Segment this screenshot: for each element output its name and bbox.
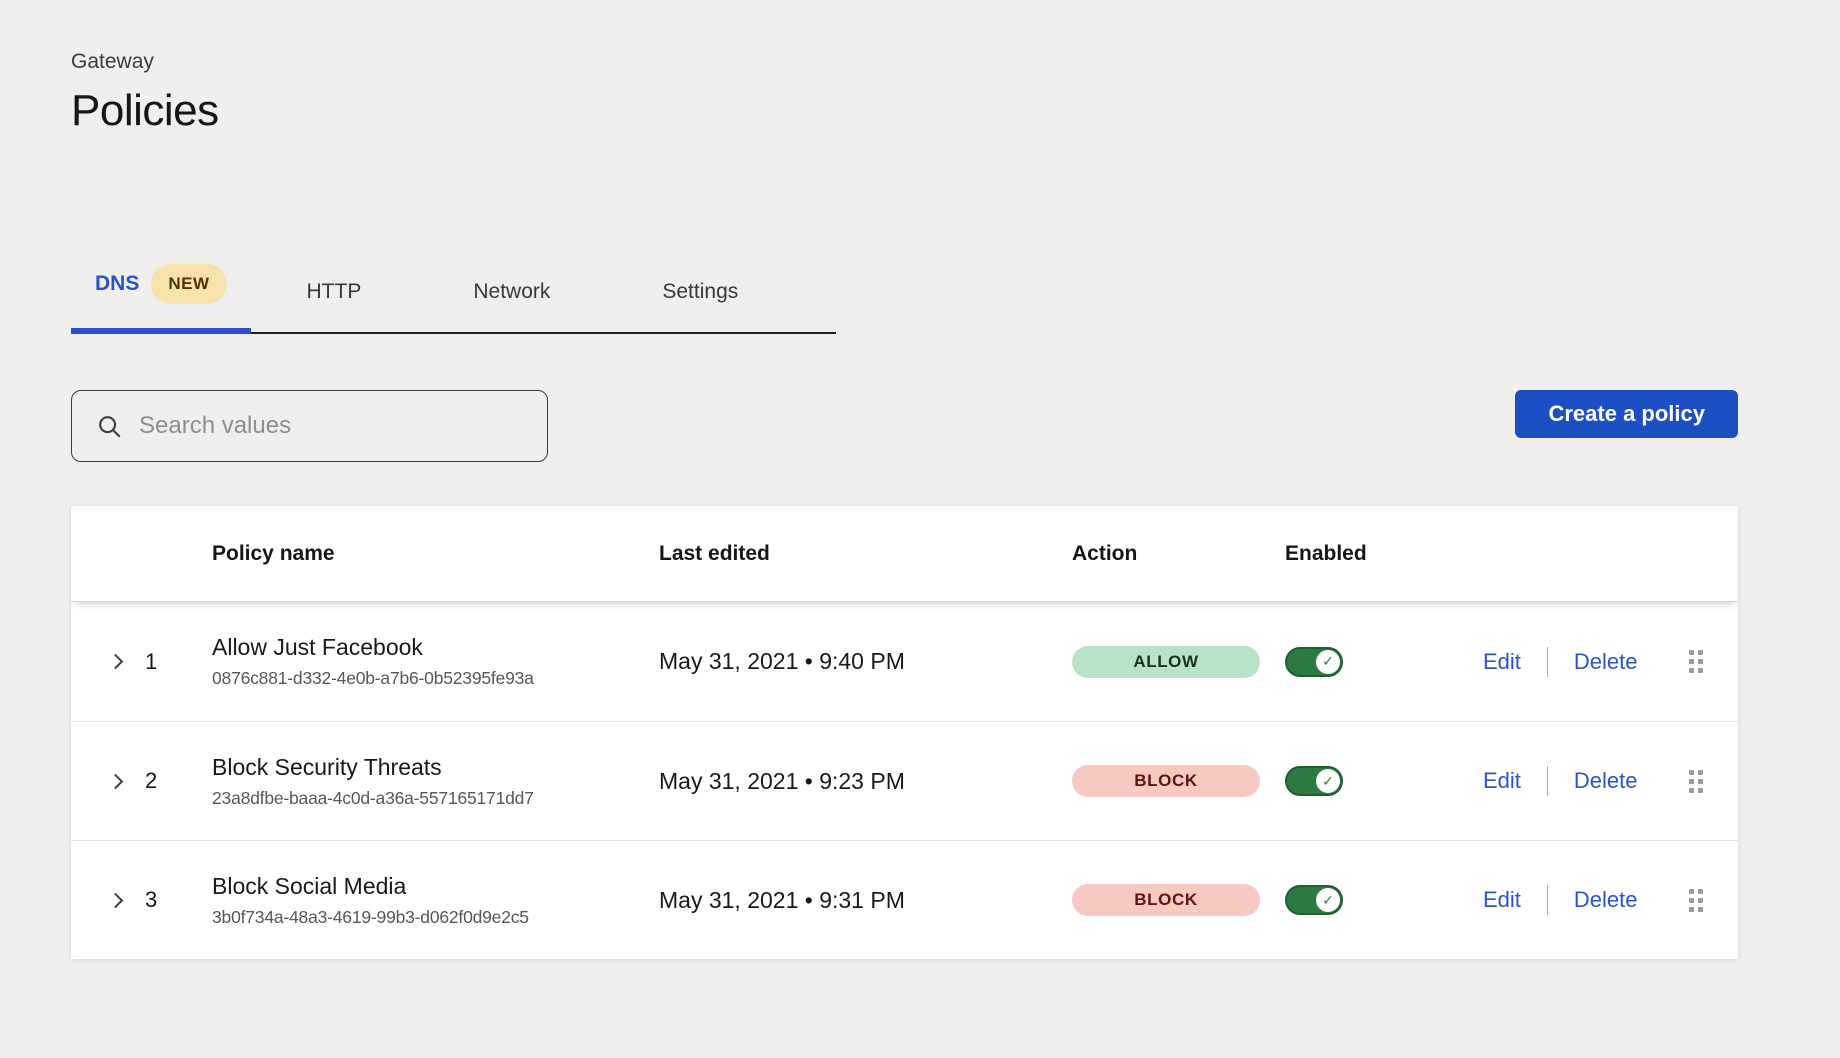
row-number: 1	[145, 649, 212, 675]
breadcrumb[interactable]: Gateway	[71, 50, 1738, 74]
edit-link[interactable]: Edit	[1483, 649, 1521, 675]
toggle-check-icon: ✓	[1316, 769, 1340, 793]
last-edited: May 31, 2021 • 9:31 PM	[659, 887, 1072, 914]
tab-dns-label: DNS	[95, 272, 139, 296]
toolbar: Create a policy	[71, 390, 1738, 462]
policy-name: Block Security Threats	[212, 754, 659, 781]
last-edited: May 31, 2021 • 9:23 PM	[659, 768, 1072, 795]
divider	[1547, 766, 1548, 796]
expand-row-button[interactable]	[105, 650, 129, 674]
policy-uuid: 0876c881-d332-4e0b-a7b6-0b52395fe93a	[212, 668, 659, 689]
row-number: 2	[145, 768, 212, 794]
policy-uuid: 23a8dfbe-baaa-4c0d-a36a-557165171dd7	[212, 788, 659, 809]
policy-name: Block Social Media	[212, 873, 659, 900]
row-number: 3	[145, 887, 212, 913]
action-badge: BLOCK	[1072, 884, 1260, 916]
table-row: 1 Allow Just Facebook 0876c881-d332-4e0b…	[71, 602, 1738, 721]
expand-row-button[interactable]	[105, 888, 129, 912]
chevron-right-icon	[107, 892, 123, 908]
create-policy-button[interactable]: Create a policy	[1515, 390, 1738, 438]
enabled-toggle[interactable]: ✓	[1285, 647, 1343, 677]
search-input[interactable]	[139, 412, 527, 440]
table-row: 3 Block Social Media 3b0f734a-48a3-4619-…	[71, 840, 1738, 959]
divider	[1547, 647, 1548, 677]
enabled-toggle[interactable]: ✓	[1285, 766, 1343, 796]
policies-table: Policy name Last edited Action Enabled 1…	[71, 506, 1738, 959]
tab-network-label: Network	[473, 280, 550, 304]
policy-uuid: 3b0f734a-48a3-4619-99b3-d062f0d9e2c5	[212, 907, 659, 928]
expand-row-button[interactable]	[105, 769, 129, 793]
column-header-last-edited: Last edited	[659, 542, 1072, 566]
column-header-enabled: Enabled	[1285, 542, 1483, 566]
divider	[1547, 885, 1548, 915]
tab-network[interactable]: Network	[417, 280, 606, 332]
last-edited: May 31, 2021 • 9:40 PM	[659, 648, 1072, 675]
tab-http-label: HTTP	[307, 280, 362, 304]
action-badge: BLOCK	[1072, 765, 1260, 797]
search-icon	[96, 413, 123, 440]
chevron-right-icon	[107, 654, 123, 670]
tab-dns[interactable]: DNS NEW	[71, 264, 251, 332]
policy-name: Allow Just Facebook	[212, 634, 659, 661]
toggle-check-icon: ✓	[1316, 888, 1340, 912]
tab-settings[interactable]: Settings	[606, 280, 794, 332]
delete-link[interactable]: Delete	[1574, 768, 1638, 794]
column-header-action: Action	[1072, 542, 1285, 566]
chevron-right-icon	[107, 773, 123, 789]
page-title: Policies	[71, 86, 1738, 136]
edit-link[interactable]: Edit	[1483, 768, 1521, 794]
drag-handle-icon[interactable]	[1689, 889, 1738, 912]
action-badge: ALLOW	[1072, 646, 1260, 678]
drag-handle-icon[interactable]	[1689, 770, 1738, 793]
table-header-row: Policy name Last edited Action Enabled	[71, 506, 1738, 602]
enabled-toggle[interactable]: ✓	[1285, 885, 1343, 915]
search-box	[71, 390, 548, 462]
drag-handle-icon[interactable]	[1689, 650, 1738, 673]
tab-http[interactable]: HTTP	[251, 280, 418, 332]
toggle-check-icon: ✓	[1316, 650, 1340, 674]
gateway-policies-page: Gateway Policies DNS NEW HTTP Network Se…	[0, 0, 1840, 959]
delete-link[interactable]: Delete	[1574, 649, 1638, 675]
table-row: 2 Block Security Threats 23a8dfbe-baaa-4…	[71, 721, 1738, 840]
tab-bar: DNS NEW HTTP Network Settings	[71, 264, 836, 334]
tab-settings-label: Settings	[662, 280, 738, 304]
delete-link[interactable]: Delete	[1574, 887, 1638, 913]
new-badge: NEW	[151, 264, 226, 304]
edit-link[interactable]: Edit	[1483, 887, 1521, 913]
column-header-policy-name: Policy name	[212, 542, 659, 566]
